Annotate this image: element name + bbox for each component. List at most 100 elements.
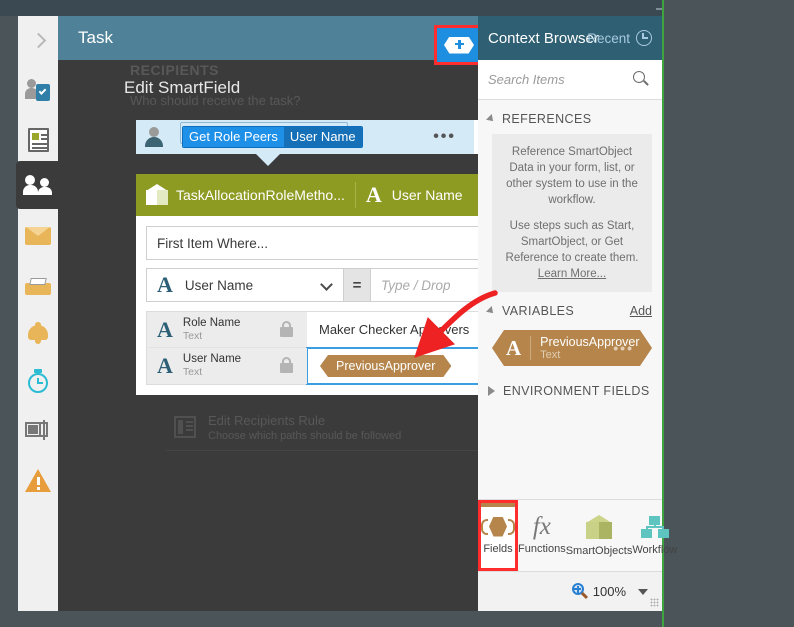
context-browser-header: Context Browser Recent (478, 16, 662, 60)
return-row-label: A User Name Text (147, 348, 307, 384)
tab-fields[interactable]: Fields (478, 500, 518, 571)
return-row-value-cell[interactable]: Maker Checker Approvers (307, 312, 505, 347)
step-rail (16, 16, 60, 611)
criteria-property-value: User Name (184, 277, 254, 293)
tab-workflow[interactable]: Workflow (632, 500, 677, 571)
cube-icon (146, 184, 168, 206)
references-note-line-1: Reference SmartObject Data in your form,… (506, 146, 638, 206)
smartobject-card: TaskAllocationRoleMetho... A User Name •… (136, 174, 516, 395)
smartobject-field-name: User Name (391, 187, 463, 203)
sidebar-item-expand-panel[interactable] (18, 16, 58, 64)
status-bar: 100% (478, 571, 662, 611)
type-glyph: A (506, 335, 522, 360)
context-browser-panel: Context Browser Recent Search Items REFE… (478, 16, 677, 611)
tab-smartobjects[interactable]: SmartObjects (565, 500, 633, 571)
task-header-title: Task (78, 28, 113, 47)
recipient-chip-row[interactable]: Get Role Peers User Name ••• (136, 120, 516, 154)
triangle-open-icon (486, 306, 496, 316)
bell-icon (27, 322, 49, 344)
lock-icon (280, 321, 293, 337)
warning-icon (25, 468, 51, 492)
type-glyph: A (157, 316, 173, 342)
ellipsis-icon[interactable]: ••• (613, 340, 634, 356)
clock-icon[interactable] (636, 30, 652, 46)
criteria-property-select[interactable]: A User Name (147, 269, 343, 301)
recipient-chip[interactable]: Get Role Peers User Name (182, 126, 363, 148)
callout-pointer (256, 154, 280, 166)
smartobject-card-header: TaskAllocationRoleMetho... A User Name •… (136, 174, 516, 216)
search-input-placeholder: Search Items (488, 72, 565, 87)
type-glyph: A (157, 353, 173, 378)
form-icon (25, 420, 51, 440)
envelope-icon (25, 227, 51, 245)
edit-smartfield-dialog: Edit SmartField Get Role Peers User Name… (124, 78, 528, 395)
references-note: Reference SmartObject Data in your form,… (492, 134, 652, 292)
references-label: REFERENCES (502, 112, 592, 126)
sidebar-item-error-step[interactable] (18, 456, 58, 504)
return-row-type: Text (182, 366, 203, 378)
divider (354, 182, 356, 208)
return-row-label: A Role Name Text (147, 312, 307, 347)
edit-recipients-rule-title: Edit Recipients Rule (208, 413, 326, 428)
return-row-name: Role Name (182, 316, 241, 329)
references-note-line-2: Use steps such as Start, SmartObject, or… (505, 220, 639, 264)
type-glyph: A (365, 182, 382, 207)
return-row-type: Text (182, 329, 203, 342)
tab-functions-label: Functions (518, 542, 566, 555)
magnifier-icon[interactable] (633, 71, 650, 88)
section-header-environment-fields[interactable]: ENVIRONMENT FIELDS (478, 366, 662, 404)
people-icon (23, 175, 53, 195)
sidebar-item-timer-step[interactable] (18, 357, 58, 405)
chevron-down-icon (320, 278, 333, 291)
table-row: A User Name Text PreviousApprover (147, 347, 506, 385)
top-strip-right (664, 0, 794, 16)
criteria-operator[interactable]: = (343, 269, 371, 301)
triangle-closed-icon (488, 386, 495, 396)
sidebar-item-inbox-step[interactable] (18, 260, 58, 308)
dialog-title: Edit SmartField (124, 78, 241, 97)
context-browser-toggle-button[interactable] (434, 25, 484, 65)
grip-icon[interactable] (650, 598, 659, 607)
caret-down-icon[interactable] (638, 588, 648, 595)
add-variable-button[interactable]: Add (630, 304, 652, 318)
sidebar-item-form-step[interactable] (18, 116, 58, 164)
return-row-value: Maker Checker Approvers (319, 322, 470, 337)
section-header-references[interactable]: REFERENCES (478, 100, 662, 132)
return-row-value-cell-focused[interactable]: PreviousApprover (306, 347, 506, 385)
tab-smartobjects-label: SmartObjects (565, 544, 633, 557)
list-item[interactable]: A PreviousApprover Text ••• (492, 330, 652, 366)
smartobject-name: TaskAllocationRoleMetho... (176, 187, 345, 203)
tab-fields-label: Fields (483, 542, 513, 555)
ellipsis-icon[interactable]: ••• (433, 129, 456, 145)
section-header-variables[interactable]: VARIABLES Add (478, 292, 662, 324)
table-row: A Role Name Text Maker Checker Approvers (147, 312, 505, 348)
search-items-field[interactable]: Search Items (478, 60, 662, 100)
rule-icon (174, 416, 196, 438)
sidebar-item-users-step[interactable] (16, 161, 60, 209)
zoom-icon[interactable] (571, 583, 589, 600)
sidebar-item-form-control-step[interactable] (18, 406, 58, 454)
fx-icon: fx (532, 512, 551, 540)
return-row-name: User Name (182, 353, 242, 365)
variables-label: VARIABLES (502, 304, 575, 318)
sidebar-item-task-step[interactable] (18, 66, 58, 114)
workflow-icon (640, 515, 669, 538)
triangle-open-icon (486, 114, 496, 124)
edit-recipients-rule-subtitle: Choose which paths should be followed (208, 430, 402, 442)
recipient-chip-field: User Name (283, 127, 362, 147)
variable-chip[interactable]: PreviousApprover (320, 355, 451, 377)
divider (530, 336, 531, 360)
criteria-row: A User Name = Type / Drop (146, 268, 506, 302)
sidebar-item-notify-step[interactable] (18, 309, 58, 357)
person-clipboard-icon (25, 79, 51, 101)
fields-hex-icon (481, 516, 515, 537)
learn-more-link[interactable]: Learn More... (538, 268, 606, 280)
recent-button[interactable]: Recent (587, 31, 630, 46)
tab-functions[interactable]: fx Functions (518, 500, 566, 571)
type-glyph: A (157, 272, 173, 297)
method-select[interactable]: First Item Where... (146, 226, 506, 260)
sidebar-item-mail-step[interactable] (18, 212, 58, 260)
lock-icon (280, 357, 293, 373)
app-root: Task RECIPIENTS Who should receive the t… (0, 0, 794, 627)
cube-icon (586, 514, 613, 539)
